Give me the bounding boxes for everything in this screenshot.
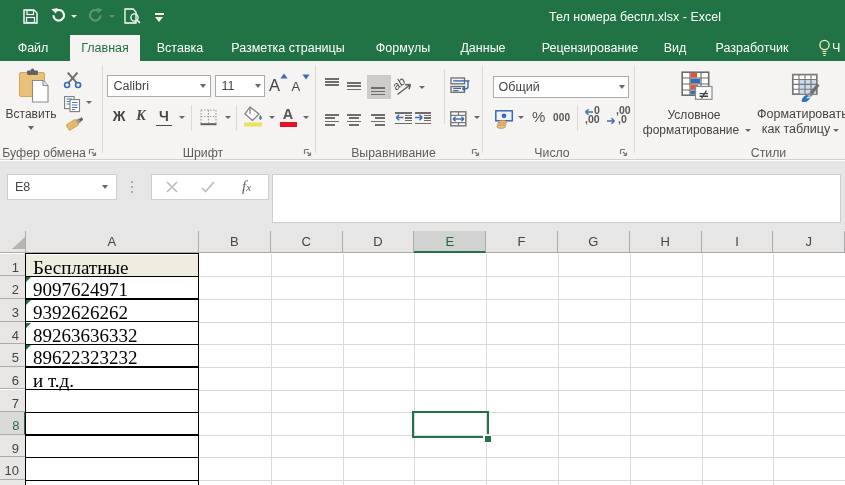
svg-text:ab: ab	[393, 74, 408, 92]
